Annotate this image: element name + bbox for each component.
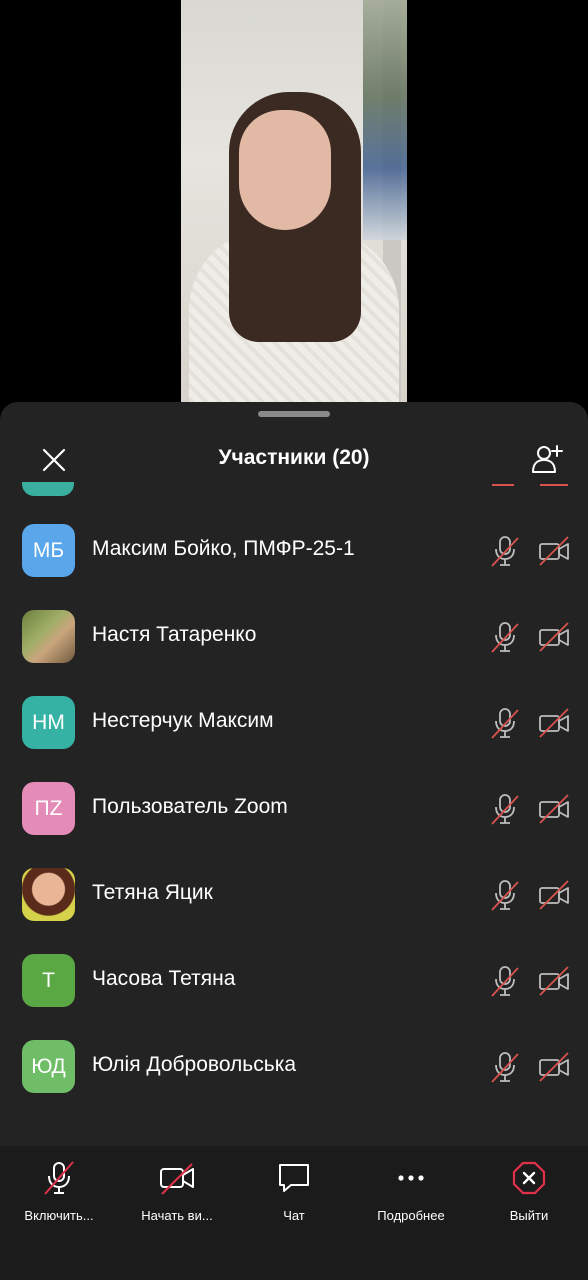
camera-off-icon (538, 707, 570, 739)
leave-button[interactable]: Выйти (474, 1160, 584, 1240)
list-item[interactable]: Тетяна Яцик (0, 851, 588, 937)
mic-muted-icon (490, 1051, 520, 1083)
page-title: Участники (20) (218, 446, 370, 469)
camera-off-icon (538, 793, 570, 825)
sheet-grabber[interactable] (258, 411, 330, 417)
mic-muted-icon (490, 965, 520, 997)
mic-muted-icon (490, 535, 520, 567)
active-speaker-video[interactable] (181, 0, 407, 402)
chat-icon (279, 1164, 309, 1192)
mic-muted-icon (44, 1161, 74, 1195)
video-area (0, 0, 588, 420)
invite-button[interactable] (530, 442, 564, 476)
background-plant (363, 0, 407, 240)
more-icon (398, 1175, 424, 1181)
list-item-partial (0, 482, 588, 502)
camera-off-icon (538, 879, 570, 911)
participant-name: Пользователь Zoom (92, 795, 288, 818)
leave-icon (512, 1161, 546, 1195)
list-item[interactable]: ПZ Пользователь Zoom (0, 765, 588, 851)
avatar: ПZ (22, 782, 75, 835)
leave-label: Выйти (509, 1208, 549, 1223)
avatar: НМ (22, 696, 75, 749)
start-video-label: Начать ви... (141, 1208, 213, 1223)
unmute-label: Включить... (24, 1208, 94, 1223)
avatar (22, 610, 75, 663)
avatar: ЮД (22, 1040, 75, 1093)
camera-off-icon (160, 1163, 194, 1195)
more-label: Подробнее (377, 1208, 445, 1223)
avatar (22, 482, 74, 496)
list-item[interactable]: Настя Татаренко (0, 593, 588, 679)
participant-name: Юлія Добровольська (92, 1053, 297, 1076)
avatar: Т (22, 954, 75, 1007)
speaker-face (239, 110, 331, 230)
camera-off-icon (538, 1051, 570, 1083)
meeting-toolbar: Включить... Начать ви... Чат Подробнее В… (0, 1146, 588, 1280)
participant-name: Часова Тетяна (92, 967, 236, 990)
chat-label: Чат (283, 1208, 305, 1223)
avatar (22, 868, 75, 921)
list-item[interactable]: Т Часова Тетяна (0, 937, 588, 1023)
participant-name: Тетяна Яцик (92, 881, 213, 904)
mic-muted-icon (490, 707, 520, 739)
participant-name: Максим Бойко, ПМФР-25-1 (92, 537, 355, 560)
start-video-button[interactable]: Начать ви... (122, 1160, 232, 1240)
more-button[interactable]: Подробнее (356, 1160, 466, 1240)
sheet-header: Участники (20) (0, 426, 588, 490)
add-user-icon (532, 445, 563, 473)
camera-off-icon (538, 621, 570, 653)
mic-muted-icon (490, 621, 520, 653)
participant-name: Нестерчук Максим (92, 709, 274, 732)
camera-off-icon (540, 482, 568, 486)
camera-off-icon (538, 535, 570, 567)
list-item[interactable]: МБ Максим Бойко, ПМФР-25-1 (0, 507, 588, 593)
participants-sheet: Участники (20) МБ Максим Бойко, ПМФР-25-1… (0, 402, 588, 1146)
mic-muted-icon (490, 793, 520, 825)
mic-muted-icon (490, 879, 520, 911)
participant-name: Настя Татаренко (92, 623, 257, 646)
avatar: МБ (22, 524, 75, 577)
list-item[interactable]: ЮД Юлія Добровольська (0, 1023, 588, 1109)
camera-off-icon (538, 965, 570, 997)
chat-button[interactable]: Чат (239, 1160, 349, 1240)
mic-muted-icon (492, 482, 514, 486)
unmute-button[interactable]: Включить... (4, 1160, 114, 1240)
list-item[interactable]: НМ Нестерчук Максим (0, 679, 588, 765)
